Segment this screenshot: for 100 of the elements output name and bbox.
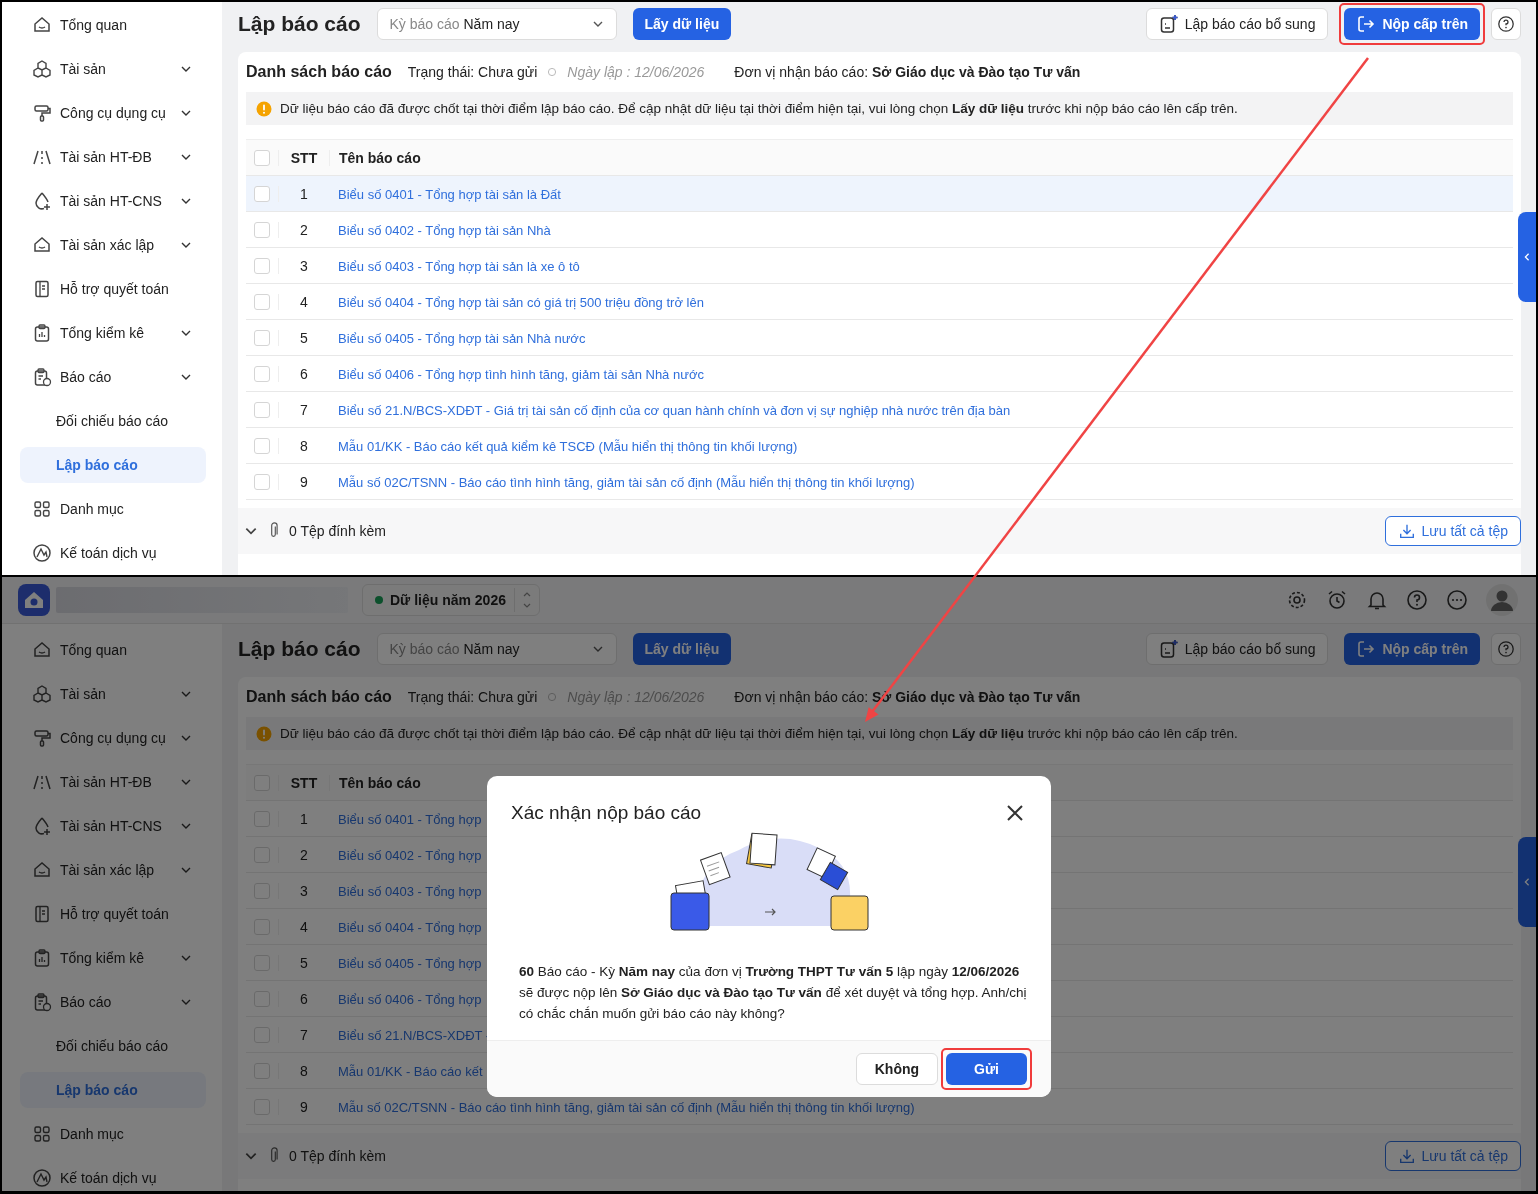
report-link[interactable]: Biểu số 0405 - Tổng hợp tài sản Nhà nước xyxy=(338,330,586,346)
report-link[interactable]: Biểu số 0402 - Tổng hợp tài sản Nhà xyxy=(338,222,551,238)
app-logo-icon[interactable] xyxy=(18,584,50,616)
table-cell: 1 xyxy=(278,810,329,827)
sidebar-item[interactable]: Tổng quan xyxy=(20,7,206,43)
cancel-button[interactable]: Không xyxy=(855,1053,939,1085)
sidebar-item[interactable]: Tổng kiểm kê xyxy=(20,315,206,351)
help-icon[interactable] xyxy=(1406,589,1428,611)
checkbox[interactable] xyxy=(254,257,270,274)
dialog-title: Xác nhận nộp báo cáo xyxy=(511,802,702,824)
report-link[interactable]: Mẫu 01/KK - Báo cáo kết xyxy=(338,1063,483,1079)
table-cell: 2 xyxy=(278,221,329,238)
save-all-files-button[interactable]: Lưu tất cả tệp xyxy=(1384,1141,1521,1171)
report-link[interactable]: Mẫu 01/KK - Báo cáo kết quả kiểm kê TSCĐ (Mẫu hiển thị thông tin khối lượng) xyxy=(338,438,798,454)
report-link[interactable]: Biểu số 0406 - Tổng hợp tình hình tăng, giảm tài sản Nhà nước xyxy=(338,366,704,382)
sidebar-item[interactable]: Tài sản HT-ĐB xyxy=(20,139,206,175)
fetch-data-button[interactable]: Lấy dữ liệu xyxy=(632,8,732,40)
close-icon[interactable] xyxy=(1005,803,1025,823)
table-cell: 5 xyxy=(278,954,329,971)
sidebar-item[interactable]: Kế toán dịch vụ xyxy=(20,1160,206,1191)
report-link[interactable]: Biểu số 0401 - Tổng hợp tài sản là Đất xyxy=(338,186,561,202)
report-link[interactable]: Biểu số 0403 - Tổng hợp xyxy=(338,883,482,899)
settings-icon[interactable] xyxy=(1286,589,1308,611)
sidebar-item[interactable]: Tổng quan xyxy=(20,632,206,668)
table-row[interactable]: 4 Biểu số 0404 - Tổng hợp tài sản có giá trị 500 triệu đồng trở lên xyxy=(246,284,1513,320)
table-cell: 8 xyxy=(278,1062,329,1079)
sidebar-item[interactable]: Danh mục xyxy=(20,1116,206,1152)
period-select[interactable]: Kỳ báo cáo Năm nay xyxy=(376,633,617,665)
table-cell: 5 xyxy=(278,329,329,346)
report-link[interactable]: Biểu số 0403 - Tổng hợp tài sản là xe ô tô xyxy=(338,258,580,274)
table-row[interactable]: 1 Biểu số 0401 - Tổng hợp tài sản là Đất xyxy=(246,176,1513,212)
status-dot xyxy=(375,596,383,604)
send-button[interactable]: Gửi xyxy=(946,1053,1027,1085)
sidebar-item[interactable]: Báo cáo xyxy=(20,984,206,1020)
sidebar-item[interactable]: Tài sản HT-CNS xyxy=(20,808,206,844)
sidebar-item[interactable]: Tài sản HT-ĐB xyxy=(20,764,206,800)
checkbox[interactable] xyxy=(254,473,270,490)
save-all-files-button[interactable]: Lưu tất cả tệp xyxy=(1384,516,1521,546)
checkbox[interactable] xyxy=(254,437,270,454)
sidebar-item[interactable]: Báo cáo xyxy=(20,359,206,395)
help-icon xyxy=(1497,640,1515,658)
sidebar-item[interactable]: Đối chiếu báo cáo xyxy=(20,403,206,439)
table-row[interactable]: 2 Biểu số 0402 - Tổng hợp tài sản Nhà xyxy=(246,212,1513,248)
table-row[interactable]: 3 Biểu số 0403 - Tổng hợp tài sản là xe ô tô xyxy=(246,248,1513,284)
report-link[interactable]: Biểu số 0404 - Tổng hợp xyxy=(338,919,482,935)
submit-button[interactable]: Nộp cấp trên xyxy=(1344,633,1480,665)
sidebar-item[interactable]: Danh mục xyxy=(20,491,206,527)
help-button[interactable] xyxy=(1491,8,1521,40)
sidebar-item[interactable]: Lập báo cáo xyxy=(20,447,206,483)
collapse-tab[interactable] xyxy=(1518,837,1536,927)
more-icon[interactable] xyxy=(1446,589,1468,611)
checkbox[interactable] xyxy=(254,293,270,310)
sidebar-item[interactable]: Hỗ trợ quyết toán xyxy=(20,271,206,307)
sidebar-item[interactable]: Tài sản xyxy=(20,676,206,712)
bell-icon[interactable] xyxy=(1366,589,1388,611)
sidebar-item[interactable]: Hỗ trợ quyết toán xyxy=(20,896,206,932)
report-link[interactable]: Biểu số 0406 - Tổng hợp xyxy=(338,991,482,1007)
checkbox[interactable] xyxy=(254,185,270,202)
sidebar-item[interactable]: Tài sản xác lập xyxy=(20,227,206,263)
sidebar-item[interactable]: Công cụ dụng cụ xyxy=(20,95,206,131)
supplementary-report-button[interactable]: Lập báo cáo bổ sung xyxy=(1145,633,1329,665)
checkbox[interactable] xyxy=(254,149,270,166)
table-row[interactable]: 9 Mẫu số 02C/TSNN - Báo cáo tình hình tăng, giảm tài sản cố định (Mẫu hiển thị thông tin khối lượng) xyxy=(246,464,1513,500)
report-link[interactable]: Mẫu số 02C/TSNN - Báo cáo tình hình tăng, giảm tài sản cố định (Mẫu hiển thị thông tin khối lượng) xyxy=(338,474,915,490)
sidebar-item[interactable]: Tổng kiểm kê xyxy=(20,940,206,976)
paperclip-icon xyxy=(268,522,279,540)
report-link[interactable]: Biểu số 0405 - Tổng hợp xyxy=(338,955,482,971)
table-row[interactable]: 7 Biểu số 21.N/BCS-XDĐT - Giá trị tài sản cố định của cơ quan hành chính và đơn vị sự nghiệp nhà nước trên địa bàn xyxy=(246,392,1513,428)
checkbox[interactable] xyxy=(254,401,270,418)
avatar-icon[interactable] xyxy=(1486,584,1518,616)
checkbox[interactable] xyxy=(254,329,270,346)
sidebar-item[interactable]: Đối chiếu báo cáo xyxy=(20,1028,206,1064)
checkbox[interactable] xyxy=(254,221,270,238)
collapse-tab[interactable] xyxy=(1518,212,1536,302)
sidebar-item[interactable]: Công cụ dụng cụ xyxy=(20,720,206,756)
sidebar-item[interactable]: Kế toán dịch vụ xyxy=(20,535,206,571)
table-row[interactable]: 6 Biểu số 0406 - Tổng hợp tình hình tăng, giảm tài sản Nhà nước xyxy=(246,356,1513,392)
alarm-clock-icon[interactable] xyxy=(1326,589,1348,611)
sidebar-item[interactable]: Tài sản xác lập xyxy=(20,852,206,888)
fetch-data-button[interactable]: Lấy dữ liệu xyxy=(632,633,732,665)
report-link[interactable]: Biểu số 0404 - Tổng hợp tài sản có giá trị 500 triệu đồng trở lên xyxy=(338,294,704,310)
sidebar-item[interactable]: Lập báo cáo xyxy=(20,1072,206,1108)
report-link[interactable]: Biểu số 0402 - Tổng hợp xyxy=(338,847,482,863)
sidebar-item[interactable]: Tài sản xyxy=(20,51,206,87)
period-select[interactable]: Kỳ báo cáo Năm nay xyxy=(376,8,617,40)
checkbox[interactable] xyxy=(254,365,270,382)
home-icon xyxy=(32,860,52,880)
report-link[interactable]: Biểu số 21.N/BCS-XDĐT - xyxy=(338,1027,491,1043)
column-header: Tên báo cáo xyxy=(329,774,421,791)
submit-button[interactable]: Nộp cấp trên xyxy=(1344,8,1480,40)
help-button[interactable] xyxy=(1491,633,1521,665)
supplementary-report-button[interactable]: Lập báo cáo bổ sung xyxy=(1145,8,1329,40)
table-row[interactable]: 8 Mẫu 01/KK - Báo cáo kết quả kiểm kê TSCĐ (Mẫu hiển thị thông tin khối lượng) xyxy=(246,428,1513,464)
report-link[interactable]: Biểu số 0401 - Tổng hợp xyxy=(338,811,482,827)
table-cell: 1 xyxy=(278,185,329,202)
report-link[interactable]: Biểu số 21.N/BCS-XDĐT - Giá trị tài sản cố định của cơ quan hành chính và đơn vị sự nghiệp nhà nước trên địa bàn xyxy=(338,402,1011,418)
sidebar-item[interactable]: Tài sản HT-CNS xyxy=(20,183,206,219)
table-row[interactable]: 5 Biểu số 0405 - Tổng hợp tài sản Nhà nước xyxy=(246,320,1513,356)
report-link[interactable]: Mẫu số 02C/TSNN - Báo cáo tình hình tăng, giảm tài sản cố định (Mẫu hiển thị thông tin khối lượng) xyxy=(338,1099,915,1115)
year-selector[interactable]: Dữ liệu năm 2026 xyxy=(362,584,540,616)
